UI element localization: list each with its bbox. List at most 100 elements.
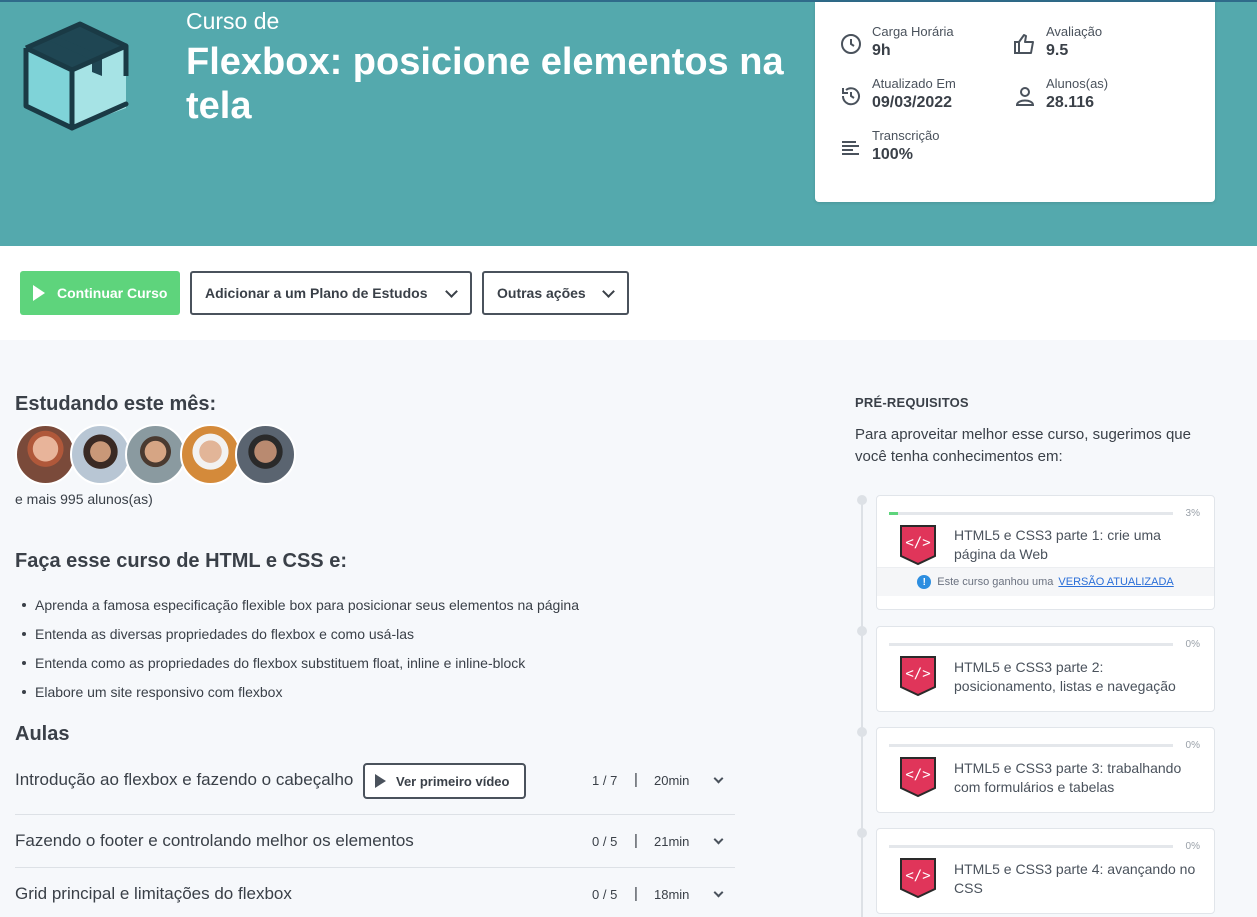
lesson-row[interactable]: Introdução ao flexbox e fazendo o cabeça… [15,762,735,815]
chevron-down-icon[interactable] [713,887,724,898]
prerequisite-course-name: HTML5 e CSS3 parte 2: posicionamento, li… [954,659,1176,694]
svg-text:</>: </> [905,535,930,551]
person-icon [1015,87,1035,106]
stat-label: Transcrição [872,128,940,143]
add-to-study-plan-dropdown[interactable]: Adicionar a um Plano de Estudos [190,271,472,315]
list-item: Elabore um site responsivo com flexbox [22,681,579,710]
lesson-duration: 20min [654,773,690,788]
prerequisite-course-card[interactable]: 0% </> HTML5 e CSS3 parte 2: posicioname… [876,626,1215,712]
lesson-row[interactable]: Grid principal e limitações do flexbox 0… [15,868,735,917]
course-header: Curso de Flexbox: posicione elementos na… [0,0,1257,246]
code-course-icon: </> [900,858,936,899]
studying-heading: Estudando este mês: [15,393,217,415]
svg-text:</>: </> [905,868,930,884]
chevron-down-icon [602,285,615,298]
updated-version-link[interactable]: VERSÃO ATUALIZADA [1058,576,1173,588]
code-course-icon: </> [900,757,936,798]
prerequisite-course-card[interactable]: 3% </> HTML5 e CSS3 parte 1: crie uma pá… [876,495,1215,610]
lessons-heading: Aulas [15,723,70,745]
stat-value: 100% [872,146,913,163]
notice-text: Este curso ganhou uma [937,576,1054,588]
timeline-line [861,500,863,917]
other-actions-label: Outras ações [497,285,586,301]
stat-label: Carga Horária [872,24,954,39]
lesson-progress: 0 / 5 [592,887,618,902]
svg-text:</>: </> [905,666,930,682]
lesson-progress: 1 / 7 [592,773,618,788]
lesson-duration: 21min [654,834,690,849]
lines-icon [842,141,859,155]
history-icon [841,87,860,106]
progress-bar [889,744,1173,747]
prerequisites-intro: Para aproveitar melhor esse curso, suger… [855,426,1191,465]
progress-percent: 0% [1185,740,1200,751]
course-stats-card: Carga Horária 9h Avaliação 9.5 Atualizado … [815,2,1215,202]
avatar[interactable] [180,424,241,485]
course-goals-list: Aprenda a famosa especificação flexible … [22,594,579,710]
progress-percent: 3% [1185,508,1200,519]
stat-value: 9h [872,42,891,59]
box-logo-icon [23,21,129,131]
avatar[interactable] [125,424,186,485]
stat-label: Avaliação [1046,24,1103,39]
stat-value: 28.116 [1046,94,1095,111]
chevron-down-icon[interactable] [713,773,724,784]
list-item: Aprenda a famosa especificação flexible … [22,594,579,623]
continue-course-button[interactable]: Continuar Curso [20,271,180,315]
stat-rating: Avaliação 9.5 [1013,24,1102,62]
watch-first-video-button[interactable]: Ver primeiro vídeo [363,763,526,799]
list-item: Entenda como as propriedades do flexbox … [22,652,579,681]
info-icon: ! [917,575,932,589]
action-bar: Continuar Curso Adicionar a um Plano de … [0,246,1257,340]
separator: | [634,771,638,788]
lesson-row[interactable]: Fazendo o footer e controlando melhor os… [15,815,735,868]
progress-bar [889,845,1173,848]
other-actions-dropdown[interactable]: Outras ações [482,271,629,315]
prerequisite-course-name: HTML5 e CSS3 parte 3: trabalhando com fo… [954,760,1182,795]
clock-icon [841,34,861,54]
add-to-study-plan-label: Adicionar a um Plano de Estudos [205,285,428,301]
timeline-dot [857,828,867,838]
timeline-dot [857,626,867,636]
lesson-title: Grid principal e limitações do flexbox [15,884,292,903]
watch-first-video-label: Ver primeiro vídeo [396,773,510,789]
progress-percent: 0% [1185,639,1200,650]
list-item: Entenda as diversas propriedades do flex… [22,623,579,652]
chevron-down-icon[interactable] [713,834,724,845]
avatar[interactable] [70,424,131,485]
course-kicker: Curso de [186,8,280,34]
play-icon [375,774,386,788]
chevron-down-icon [445,285,458,298]
stat-workload: Carga Horária 9h [839,24,954,62]
progress-bar [889,512,1173,515]
progress-fill [889,512,898,515]
stat-label: Atualizado Em [872,76,956,91]
course-goals-heading: Faça esse curso de HTML e CSS e: [15,550,347,572]
prerequisite-course-card[interactable]: 0% </> HTML5 e CSS3 parte 4: avançando n… [876,828,1215,914]
avatar[interactable] [235,424,296,485]
updated-version-notice: ! Este curso ganhou uma VERSÃO ATUALIZAD… [877,567,1214,596]
prerequisite-course-card[interactable]: 0% </> HTML5 e CSS3 parte 3: trabalhando… [876,727,1215,813]
lesson-title: Fazendo o footer e controlando melhor os… [15,831,414,850]
prerequisite-course-name: HTML5 e CSS3 parte 4: avançando no CSS [954,861,1196,896]
stat-value: 09/03/2022 [872,94,953,111]
stat-value: 9.5 [1046,42,1069,59]
code-course-icon: </> [900,525,936,566]
code-course-icon: </> [900,656,936,697]
stat-transcript: Transcrição 100% [839,128,939,166]
prerequisites-heading: PRÉ-REQUISITOS [855,395,969,410]
separator: | [634,885,638,902]
stat-updated: Atualizado Em 09/03/2022 [839,76,956,114]
thumbs-up-icon [1014,34,1034,54]
lesson-title: Introdução ao flexbox e fazendo o cabeça… [15,770,354,789]
progress-bar [889,643,1173,646]
stat-label: Alunos(as) [1046,76,1109,91]
more-students-text: e mais 995 alunos(as) [15,491,153,507]
lesson-duration: 18min [654,887,690,902]
stat-students: Alunos(as) 28.116 [1013,76,1108,114]
course-title: Flexbox: posicione elementos na tela [186,41,784,127]
timeline-dot [857,495,867,505]
progress-percent: 0% [1185,841,1200,852]
avatar[interactable] [15,424,76,485]
lesson-progress: 0 / 5 [592,834,618,849]
